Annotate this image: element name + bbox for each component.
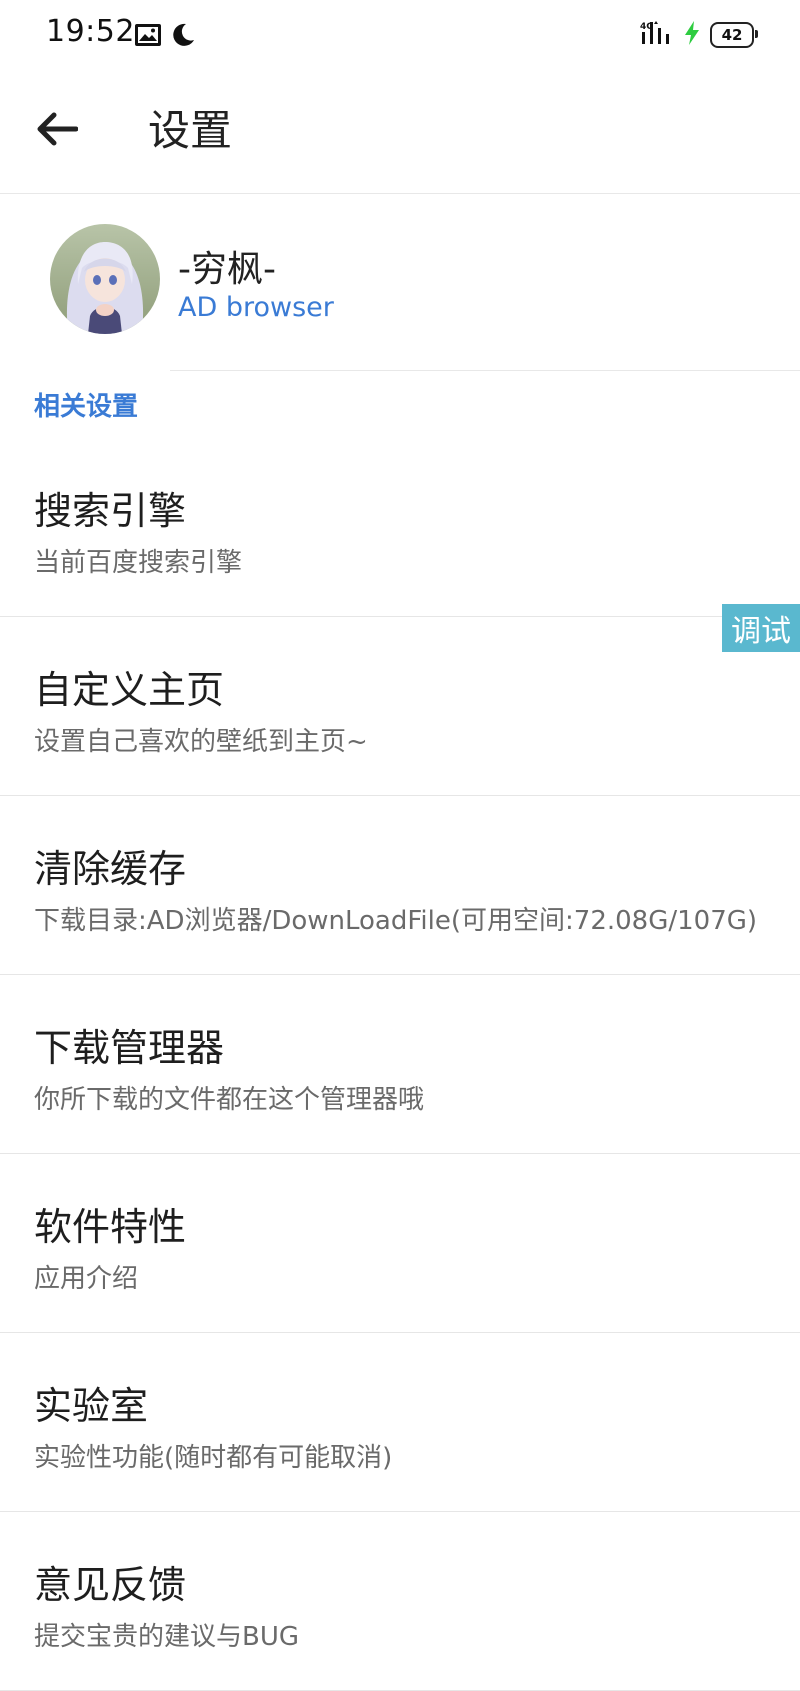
settings-item-custom-homepage[interactable]: 自定义主页 设置自己喜欢的壁纸到主页~ bbox=[0, 617, 800, 796]
settings-item-search-engine[interactable]: 搜索引擎 当前百度搜索引擎 bbox=[0, 438, 800, 617]
debug-button[interactable]: 调试 bbox=[722, 604, 800, 652]
app-bar: 设置 bbox=[0, 70, 800, 194]
item-subtitle: 应用介绍 bbox=[34, 1264, 139, 1294]
profile-subtitle: AD browser bbox=[178, 292, 334, 323]
item-title: 软件特性 bbox=[34, 1205, 187, 1249]
status-bar: 19:52 4G 42 bbox=[0, 0, 800, 70]
charging-icon bbox=[684, 21, 700, 49]
profile-card[interactable]: -穷枫- AD browser bbox=[0, 194, 800, 371]
item-subtitle: 你所下载的文件都在这个管理器哦 bbox=[34, 1085, 425, 1115]
status-left-icons bbox=[134, 22, 196, 52]
settings-list: 搜索引擎 当前百度搜索引擎 自定义主页 设置自己喜欢的壁纸到主页~ 清除缓存 下… bbox=[0, 438, 800, 1691]
page-title: 设置 bbox=[148, 106, 233, 155]
settings-item-clear-cache[interactable]: 清除缓存 下载目录:AD浏览器/DownLoadFile(可用空间:72.08G… bbox=[0, 796, 800, 975]
avatar[interactable] bbox=[50, 224, 160, 334]
profile-name: -穷枫- bbox=[178, 249, 276, 290]
section-header: 相关设置 bbox=[34, 392, 139, 422]
item-subtitle: 当前百度搜索引擎 bbox=[34, 548, 243, 578]
item-title: 实验室 bbox=[34, 1384, 149, 1428]
arrow-left-icon bbox=[36, 112, 79, 150]
status-right-icons: 4G 42 bbox=[640, 20, 758, 50]
item-title: 搜索引擎 bbox=[34, 489, 187, 533]
divider bbox=[170, 370, 800, 371]
back-button[interactable] bbox=[30, 104, 84, 158]
settings-item-feedback[interactable]: 意见反馈 提交宝贵的建议与BUG bbox=[0, 1512, 800, 1691]
item-title: 下载管理器 bbox=[34, 1026, 225, 1070]
settings-item-features[interactable]: 软件特性 应用介绍 bbox=[0, 1154, 800, 1333]
item-subtitle: 设置自己喜欢的壁纸到主页~ bbox=[34, 727, 368, 757]
moon-icon bbox=[170, 22, 196, 52]
item-title: 自定义主页 bbox=[34, 668, 225, 712]
item-subtitle: 下载目录:AD浏览器/DownLoadFile(可用空间:72.08G/107G… bbox=[34, 906, 758, 936]
item-subtitle: 提交宝贵的建议与BUG bbox=[34, 1622, 300, 1652]
battery-icon: 42 bbox=[710, 22, 758, 48]
item-title: 清除缓存 bbox=[34, 847, 187, 891]
image-notification-icon bbox=[134, 23, 162, 51]
settings-item-lab[interactable]: 实验室 实验性功能(随时都有可能取消) bbox=[0, 1333, 800, 1512]
settings-item-download-manager[interactable]: 下载管理器 你所下载的文件都在这个管理器哦 bbox=[0, 975, 800, 1154]
status-time: 19:52 bbox=[46, 14, 135, 49]
item-subtitle: 实验性功能(随时都有可能取消) bbox=[34, 1443, 393, 1473]
item-title: 意见反馈 bbox=[34, 1563, 187, 1607]
signal-4g-icon: 4G bbox=[640, 20, 674, 50]
